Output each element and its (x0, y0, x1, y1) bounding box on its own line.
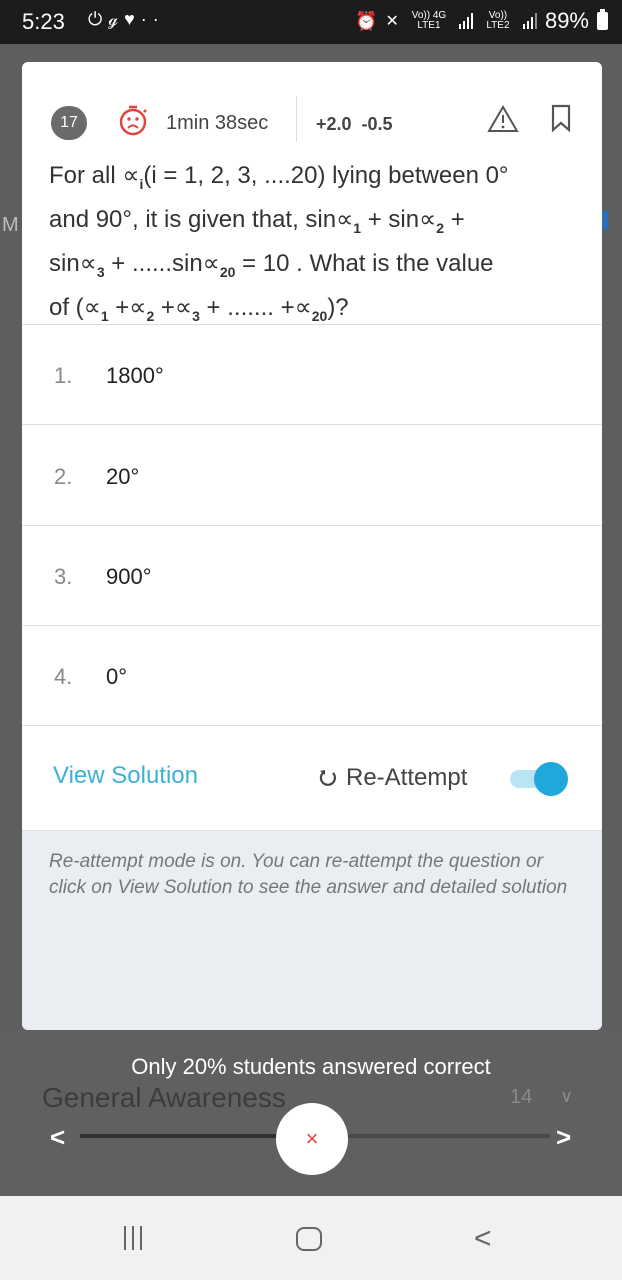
status-left-icons: ⏻ℊ♥·· (88, 9, 165, 30)
battery-percent: 89% (544, 8, 589, 33)
next-question-icon[interactable]: > (556, 1122, 571, 1153)
option-3[interactable]: 3. 900° (22, 526, 602, 626)
reattempt-info-box: Re-attempt mode is on. You can re-attemp… (22, 830, 602, 1030)
option-text: 0° (106, 664, 128, 689)
question-number-badge: 17 (51, 106, 87, 140)
bookmark-icon[interactable] (550, 104, 572, 132)
question-line-3: sin∝3 + ......sin∝20 = 10 . What is the … (49, 250, 494, 280)
background-letter: M (2, 214, 19, 236)
question-line-2: and 90°, it is given that, sin∝1 + sin∝2… (49, 206, 465, 236)
report-warning-icon[interactable] (487, 104, 519, 134)
timer-sad-face-icon (119, 105, 147, 136)
marks: +2.0 -0.5 (316, 114, 403, 135)
heart-icon: ♥ (124, 9, 141, 29)
option-text: 1800° (106, 363, 164, 388)
timer-text: 1min 38sec (166, 112, 269, 134)
background-indicator (602, 210, 608, 230)
option-4[interactable]: 4. 0° (22, 626, 602, 726)
marks-negative: -0.5 (361, 114, 393, 134)
sim2-label: Vo)) LTE2 (486, 10, 510, 31)
section-name[interactable]: General Awareness (42, 1082, 286, 1114)
reattempt-toggle[interactable] (508, 762, 568, 796)
signal-1-icon (458, 13, 473, 29)
option-text: 900° (106, 564, 152, 589)
question-line-1: For all ∝i(i = 1, 2, 3, ....20) lying be… (49, 162, 509, 192)
option-2[interactable]: 2. 20° (22, 426, 602, 526)
previous-question-icon[interactable]: < (50, 1122, 65, 1153)
android-nav-bar: < (0, 1196, 622, 1280)
sim1-label: Vo)) 4G LTE1 (411, 10, 447, 31)
reattempt-icon (319, 770, 336, 786)
option-text: 20° (106, 464, 140, 489)
stats-text: Only 20% students answered correct (131, 1054, 491, 1079)
option-1[interactable]: 1. 1800° (22, 325, 602, 425)
toggle-thumb (534, 762, 568, 796)
question-card: 17 1min 38sec +2.0 -0.5 For all ∝i(i = 1,… (22, 62, 602, 1030)
home-icon[interactable] (296, 1227, 322, 1251)
power-icon: ⏻ (88, 9, 109, 29)
status-time: 5:23 (22, 9, 65, 34)
chevron-down-icon[interactable]: ∨ (560, 1086, 573, 1107)
option-number: 2. (54, 464, 73, 489)
status-bar: 5:23 ⏻ℊ♥·· ⏰ ✕ Vo)) 4G LTE1 Vo)) LTE2 89… (0, 0, 622, 44)
back-icon[interactable]: < (474, 1222, 492, 1256)
option-number: 3. (54, 564, 73, 589)
status-right-icons: ⏰ ✕ Vo)) 4G LTE1 Vo)) LTE2 89% (355, 8, 608, 34)
recents-icon[interactable] (122, 1226, 146, 1250)
battery-icon (597, 9, 608, 30)
section-count: 14 (510, 1086, 533, 1108)
question-text: For all ∝i(i = 1, 2, 3, ....20) lying be… (49, 158, 589, 334)
option-number: 4. (54, 664, 73, 689)
alarm-icon: ⏰ (355, 10, 378, 31)
question-header: 17 1min 38sec +2.0 -0.5 (22, 92, 602, 152)
signal-2-icon (522, 13, 537, 29)
progress-fill (80, 1134, 287, 1138)
mute-icon: ✕ (385, 13, 399, 30)
reattempt-button[interactable]: Re-Attempt (318, 764, 467, 792)
header-divider (296, 96, 297, 142)
view-solution-button[interactable]: View Solution (53, 762, 198, 790)
reattempt-info-text: Re-attempt mode is on. You can re-attemp… (49, 851, 568, 898)
option-number: 1. (54, 363, 73, 388)
marks-positive: +2.0 (316, 114, 352, 134)
reattempt-label: Re-Attempt (346, 764, 468, 791)
app-icon: ℊ (108, 9, 125, 29)
more-dots-icon: ·· (140, 9, 165, 29)
close-button[interactable]: × (276, 1103, 348, 1175)
